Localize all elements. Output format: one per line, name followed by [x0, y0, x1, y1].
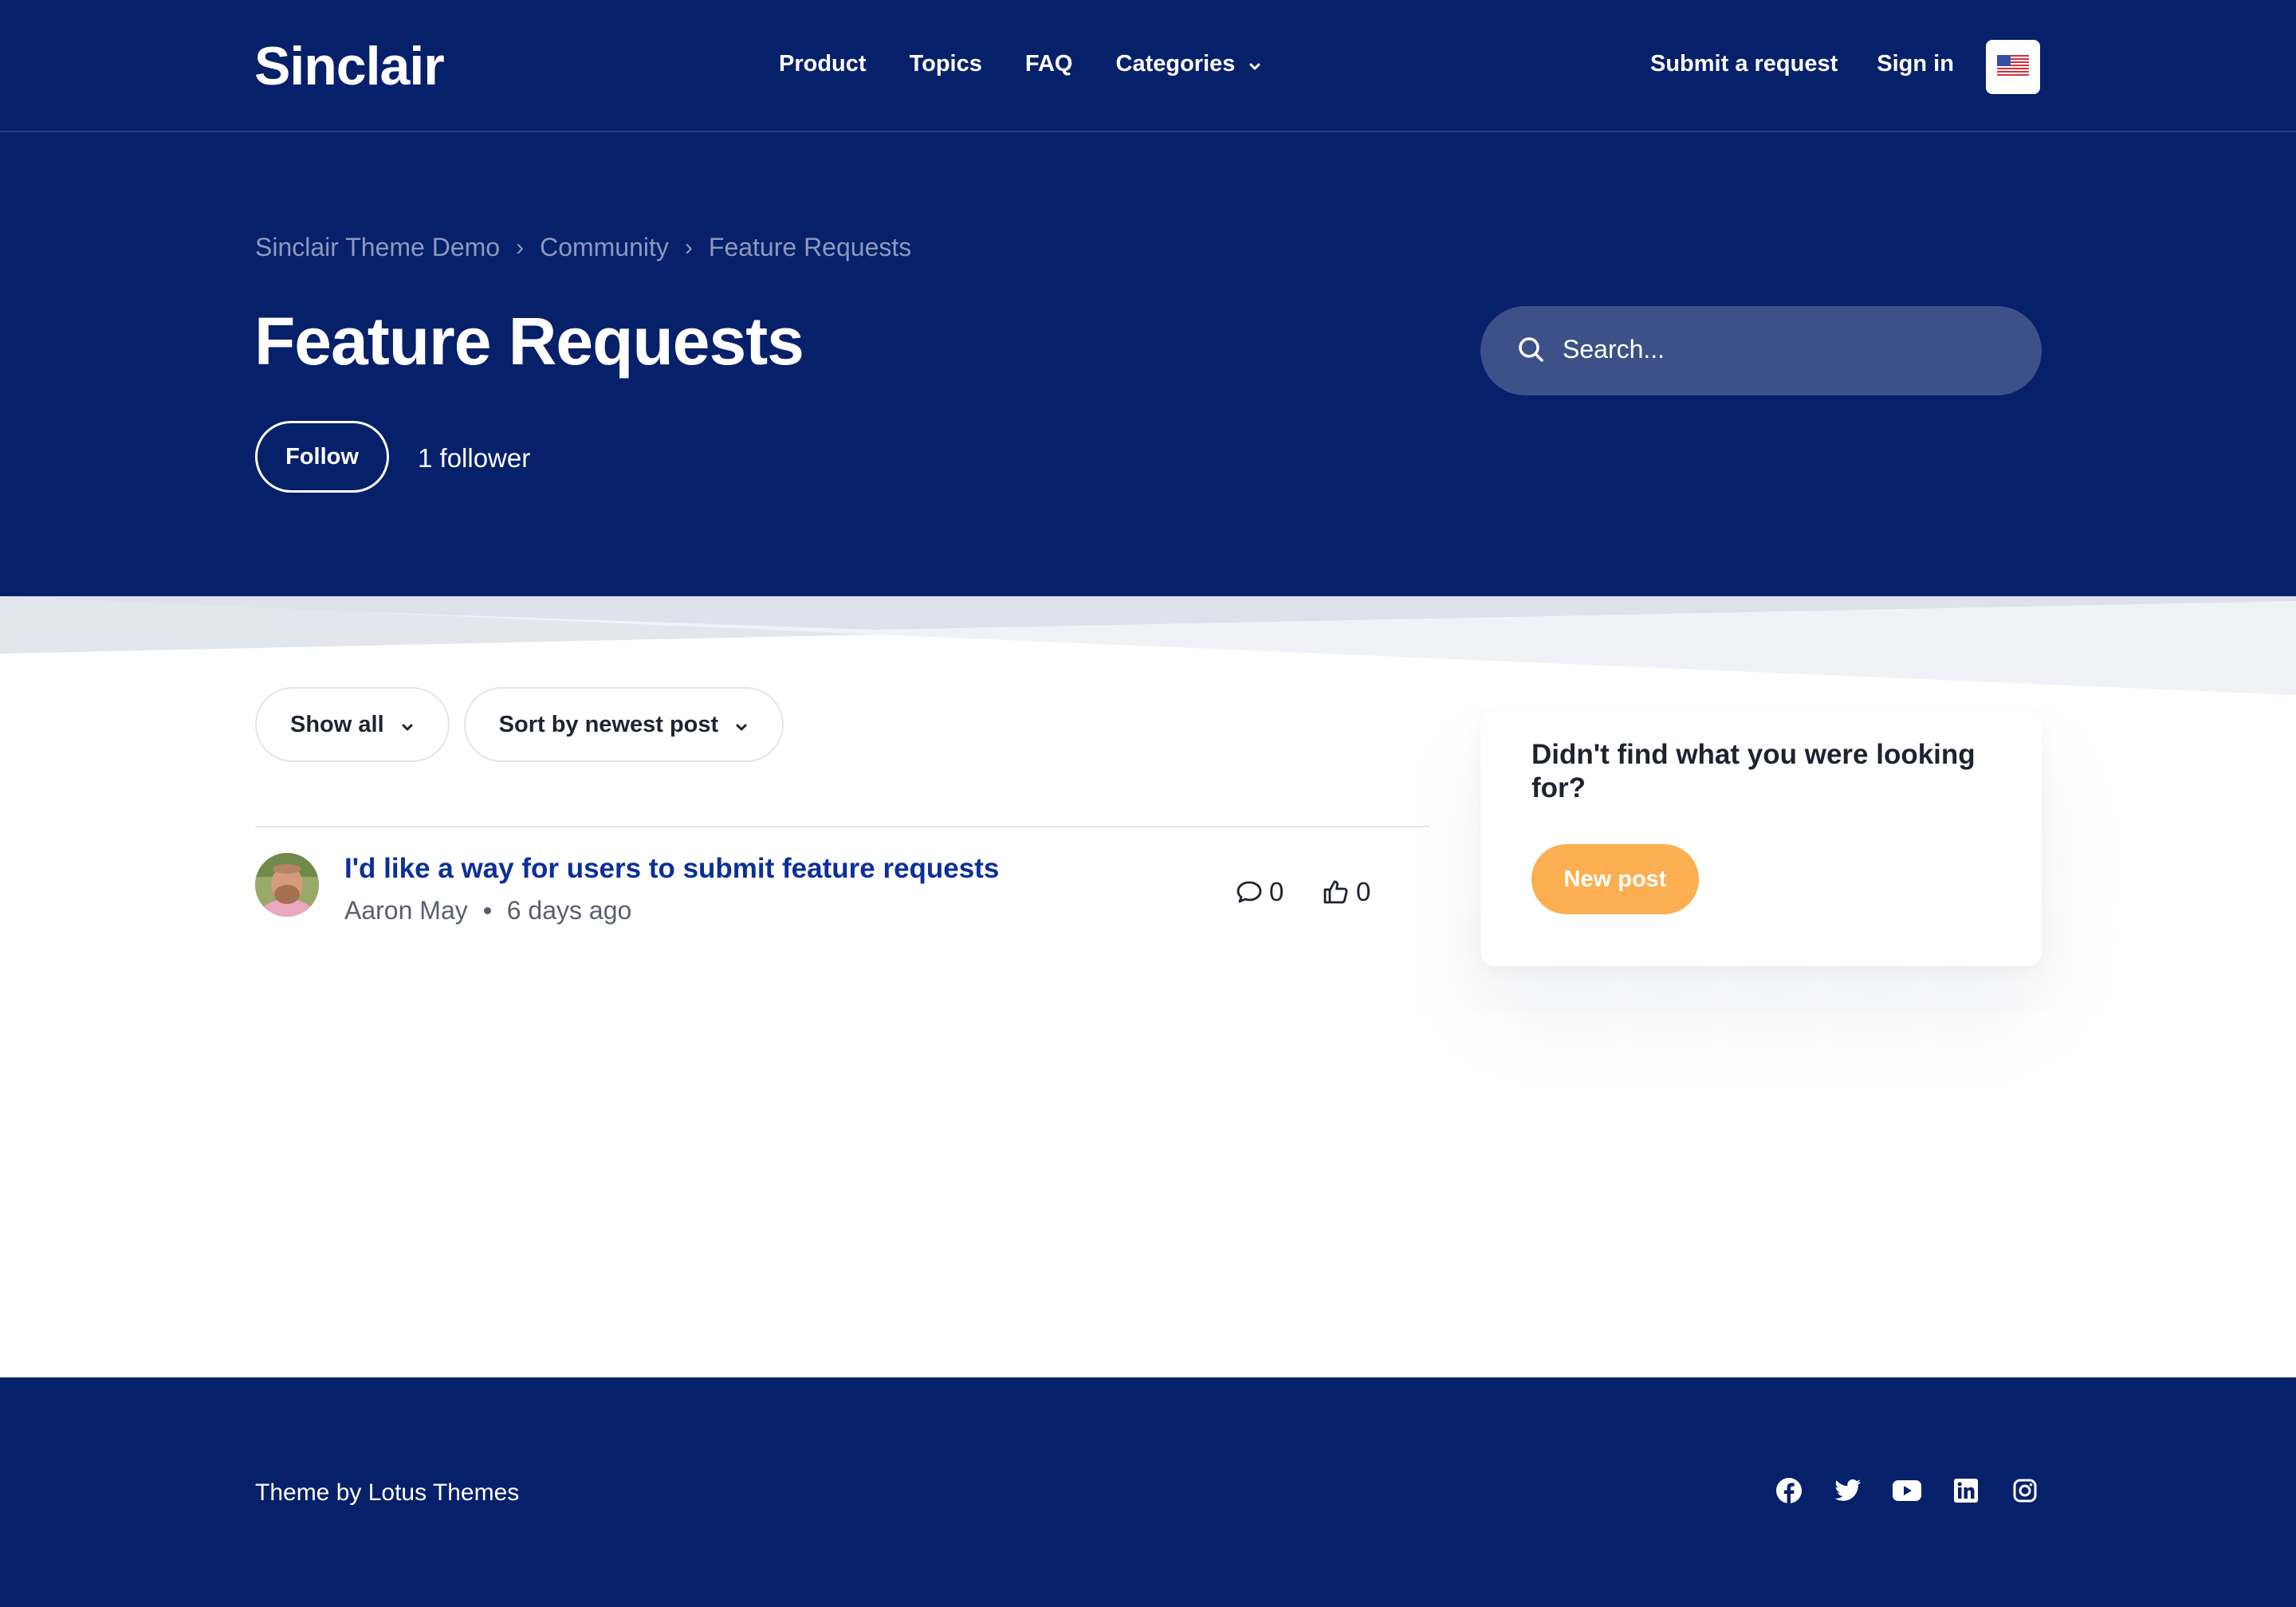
hero-header: Sinclair Product Topics FAQ Categories S…: [0, 0, 2296, 598]
nav-topics-link[interactable]: Topics: [910, 51, 982, 77]
breadcrumb-item-home[interactable]: Sinclair Theme Demo: [255, 233, 500, 262]
nav-categories-label: Categories: [1115, 51, 1236, 77]
chevron-down-icon: [1249, 51, 1260, 77]
nav-categories-dropdown[interactable]: Categories: [1116, 51, 1261, 77]
sort-dropdown[interactable]: Sort by newest post: [463, 687, 784, 762]
show-filter-dropdown[interactable]: Show all: [255, 687, 450, 762]
nav-faq-link[interactable]: FAQ: [1025, 51, 1073, 77]
language-selector-button[interactable]: [1986, 40, 2040, 94]
main-nav-links: Product Topics FAQ Categories: [779, 51, 1260, 77]
vote-count-value: 0: [1356, 877, 1371, 906]
breadcrumb: Sinclair Theme Demo › Community › Featur…: [255, 233, 911, 262]
show-filter-label: Show all: [290, 711, 384, 737]
breadcrumb-item-community[interactable]: Community: [540, 233, 669, 262]
post-list-item: I'd like a way for users to submit featu…: [255, 851, 1429, 939]
new-post-button[interactable]: New post: [1531, 844, 1699, 914]
submit-request-link[interactable]: Submit a request: [1650, 51, 1838, 77]
social-links: [1775, 1476, 2039, 1505]
chevron-down-icon: [736, 712, 747, 738]
breadcrumb-separator: ›: [516, 234, 525, 261]
sign-in-link[interactable]: Sign in: [1877, 51, 1954, 77]
youtube-icon[interactable]: [1893, 1476, 1921, 1505]
author-avatar[interactable]: [255, 853, 319, 917]
sort-label: Sort by newest post: [498, 711, 719, 737]
nav-product-link[interactable]: Product: [779, 51, 867, 77]
site-logo[interactable]: Sinclair: [254, 35, 445, 97]
instagram-icon[interactable]: [2011, 1476, 2039, 1505]
thumbs-up-icon: [1323, 880, 1348, 904]
twitter-icon[interactable]: [1834, 1476, 1862, 1505]
new-post-prompt: Didn't find what you were looking for?: [1531, 739, 1976, 804]
theme-credit-link[interactable]: Theme by Lotus Themes: [255, 1479, 519, 1507]
post-author[interactable]: Aaron May: [344, 896, 468, 925]
comment-count-value: 0: [1269, 877, 1284, 906]
breadcrumb-separator: ›: [684, 234, 693, 261]
us-flag-icon: [1997, 54, 2029, 80]
post-title-link[interactable]: I'd like a way for users to submit featu…: [344, 853, 999, 885]
top-navigation: Sinclair Product Topics FAQ Categories S…: [0, 0, 2296, 132]
nav-actions: Submit a request Sign in: [1650, 51, 1954, 77]
post-filters: Show all Sort by newest post: [255, 687, 784, 762]
comment-count: 0: [1236, 877, 1284, 907]
post-meta: Aaron May 6 days ago: [344, 896, 631, 925]
comment-icon: [1236, 881, 1262, 903]
search-placeholder: Search...: [1563, 335, 1665, 363]
list-divider: [255, 826, 1429, 827]
follow-button[interactable]: Follow: [255, 421, 389, 493]
vote-count: 0: [1323, 877, 1370, 907]
search-input[interactable]: Search...: [1480, 306, 2042, 395]
search-icon: [1517, 336, 1546, 368]
breadcrumb-item-current[interactable]: Feature Requests: [709, 233, 911, 262]
follower-count: 1 follower: [418, 443, 531, 473]
chevron-down-icon: [402, 712, 413, 738]
facebook-icon[interactable]: [1775, 1476, 1803, 1505]
section-wave-divider: [0, 596, 2296, 700]
page-title: Feature Requests: [254, 304, 804, 379]
site-footer: Theme by Lotus Themes: [0, 1377, 2296, 1607]
linkedin-icon[interactable]: [1952, 1476, 1980, 1505]
meta-separator-dot: [483, 907, 491, 914]
post-time: 6 days ago: [506, 896, 632, 925]
new-post-card: Didn't find what you were looking for? N…: [1480, 711, 2042, 966]
